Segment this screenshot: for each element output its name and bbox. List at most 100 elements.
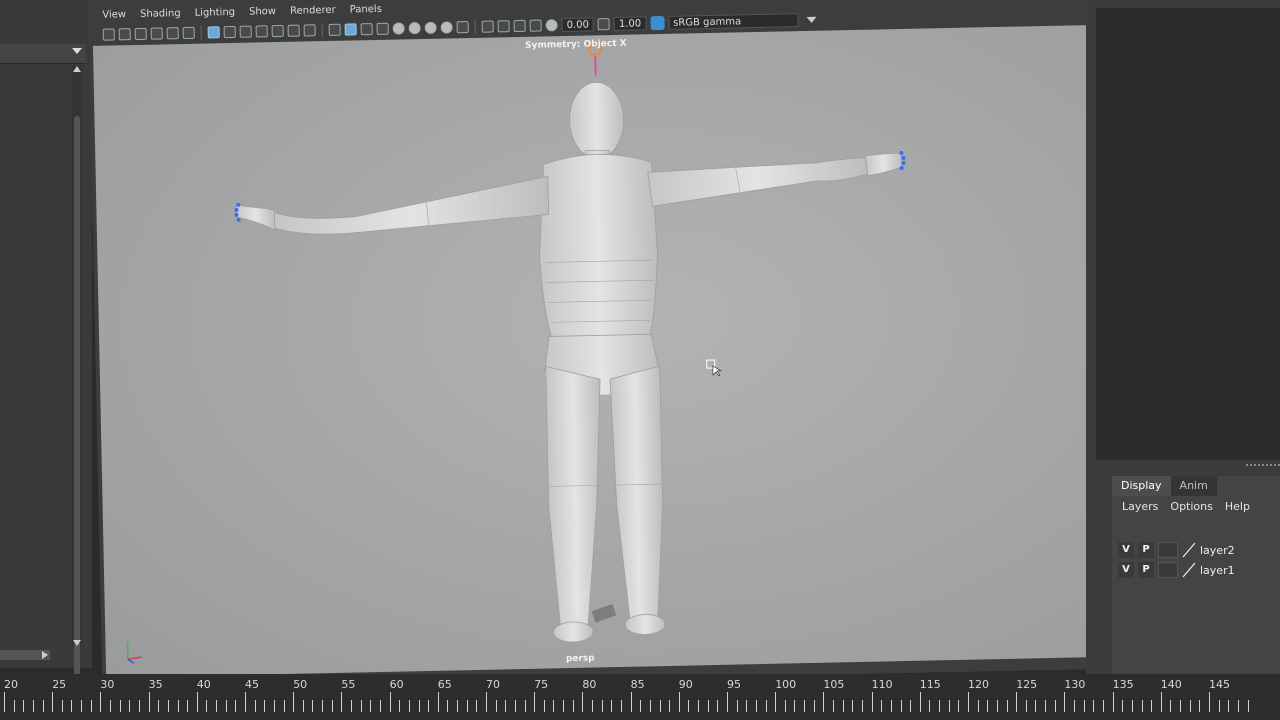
bookmark-icon[interactable] [134,27,147,41]
frame-label[interactable]: 20 [4,678,18,691]
frame-label[interactable]: 145 [1209,678,1230,691]
xray-icon[interactable] [497,20,510,33]
color-management-icon[interactable] [649,15,665,31]
grease-pencil-icon[interactable] [182,26,195,40]
frame-label[interactable]: 130 [1064,678,1085,691]
camera-attributes-icon[interactable] [118,28,131,41]
frame-label[interactable]: 115 [920,678,941,691]
layer-list: V P layer2 V P layer1 [1118,540,1280,580]
frame-label[interactable]: 100 [775,678,796,691]
visibility-toggle[interactable]: V [1118,562,1134,578]
field-chart-icon[interactable] [271,24,284,38]
frame-tick [543,700,545,712]
resolution-gate-icon[interactable] [239,25,252,38]
ambient-occlusion-icon[interactable] [424,21,437,34]
playback-toggle[interactable]: P [1138,542,1154,558]
smooth-shade-icon[interactable] [344,23,357,36]
frame-label[interactable]: 35 [149,678,163,691]
menu-renderer[interactable]: Renderer [290,3,336,20]
menu-shading[interactable]: Shading [140,6,181,23]
xray-joints-icon[interactable] [513,19,526,33]
frame-label[interactable]: 70 [486,678,500,691]
menu-lighting[interactable]: Lighting [195,5,236,22]
frame-tick [379,700,381,712]
frame-label[interactable]: 85 [631,678,645,691]
anti-aliasing-icon[interactable] [456,21,469,34]
xray-components-icon[interactable] [529,19,542,32]
chevron-down-icon[interactable] [806,16,817,23]
viewport-canvas[interactable]: Symmetry: Object X persp [92,24,1118,678]
scroll-up-icon[interactable] [73,66,81,72]
frame-tick [813,700,815,712]
frame-label[interactable]: 110 [872,678,893,691]
tab-display[interactable]: Display [1112,476,1171,496]
layer-name[interactable]: layer1 [1200,564,1235,577]
visibility-toggle[interactable]: V [1118,542,1134,558]
shadows-icon[interactable] [408,22,421,35]
frame-label[interactable]: 75 [534,678,548,691]
scroll-down-icon[interactable] [73,640,81,646]
menu-layers[interactable]: Layers [1122,500,1158,513]
layer-name[interactable]: layer2 [1200,544,1235,557]
frame-label[interactable]: 40 [197,678,211,691]
frame-label[interactable]: 60 [390,678,404,691]
exposure-field[interactable]: 0.00 [561,17,595,33]
axis-gizmo-icon [126,641,142,664]
frame-label[interactable]: 45 [245,678,259,691]
frame-label[interactable]: 80 [582,678,596,691]
layer-display-type-icon[interactable] [1182,542,1196,558]
frame-label[interactable]: 120 [968,678,989,691]
frame-label[interactable]: 125 [1016,678,1037,691]
2d-pan-zoom-icon[interactable] [166,27,179,40]
menu-panels[interactable]: Panels [350,2,383,19]
frame-label[interactable]: 55 [341,678,355,691]
menu-show[interactable]: Show [249,4,276,21]
chevron-down-icon[interactable] [72,48,82,54]
frame-label[interactable]: 25 [52,678,66,691]
image-plane-icon[interactable] [150,27,163,40]
time-ruler[interactable]: 20 25 30 35 40 45 50 55 60 65 70 75 80 85 90 95 100 105 11… [0,674,1280,720]
frame-label[interactable]: 95 [727,678,741,691]
layer-row[interactable]: V P layer2 [1118,540,1280,560]
grid-icon[interactable] [207,26,220,39]
tab-anim[interactable]: Anim [1170,476,1217,496]
layer-row[interactable]: V P layer1 [1118,560,1280,580]
menu-view[interactable]: View [102,7,126,23]
safe-action-icon[interactable] [287,24,300,37]
playback-toggle[interactable]: P [1138,562,1154,578]
frame-label[interactable]: 90 [679,678,693,691]
layer-color-swatch[interactable] [1158,542,1178,558]
wireframe-icon[interactable] [328,23,341,36]
frame-label[interactable]: 50 [293,678,307,691]
frame-label[interactable]: 30 [100,678,114,691]
outliner-scrollbar[interactable] [72,66,82,686]
lighting-icon[interactable] [392,22,405,35]
view-transform-select[interactable]: sRGB gamma [667,13,799,30]
frame-tick [842,700,844,712]
safe-title-icon[interactable] [303,24,316,37]
frame-label[interactable]: 65 [438,678,452,691]
frame-label[interactable]: 105 [823,678,844,691]
frame-label[interactable]: 135 [1113,678,1134,691]
motion-blur-icon[interactable] [440,21,453,34]
menu-help[interactable]: Help [1225,500,1250,513]
textured-icon[interactable] [376,22,389,35]
gamma-icon[interactable] [597,18,611,31]
exposure-icon[interactable] [545,19,558,32]
camera-select-icon[interactable] [102,28,115,41]
menu-options[interactable]: Options [1170,500,1212,513]
film-gate-icon[interactable] [223,25,236,39]
time-slider[interactable]: 20 25 30 35 40 45 50 55 60 65 70 75 80 85 90 95 100 105 11… [0,674,1280,720]
character-model[interactable] [93,25,1118,678]
frame-tick [399,700,401,712]
layer-color-swatch[interactable] [1158,562,1178,578]
scroll-right-icon[interactable] [42,651,48,659]
layer-display-type-icon[interactable] [1182,562,1196,578]
panel-resize-handle[interactable] [1246,464,1280,468]
isolate-select-icon[interactable] [481,20,494,33]
wireframe-on-shaded-icon[interactable] [360,23,373,36]
gamma-field[interactable]: 1.00 [613,16,647,31]
frame-label[interactable]: 140 [1161,678,1182,691]
gate-mask-icon[interactable] [255,25,268,38]
scrollbar-thumb[interactable] [74,116,80,686]
